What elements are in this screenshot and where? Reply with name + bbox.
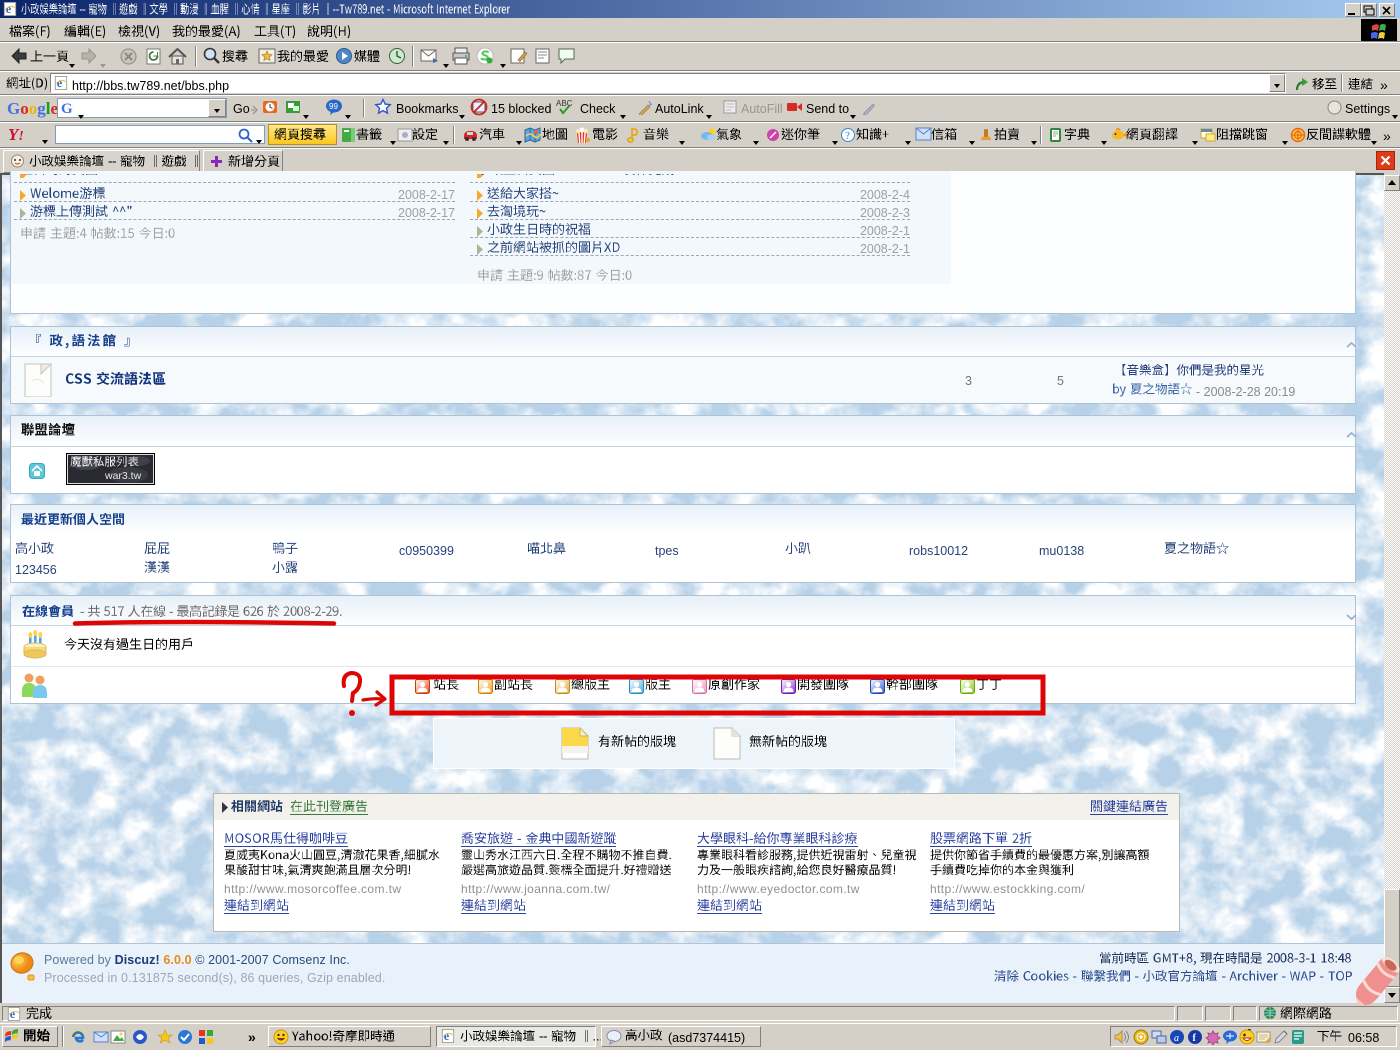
svg-text:99: 99 [329, 102, 338, 111]
svg-text:?: ? [845, 130, 850, 142]
svg-text:ABC: ABC [556, 99, 573, 108]
svg-text:e: e [10, 1007, 16, 1021]
svg-text:e: e [444, 1029, 450, 1043]
svg-text:e: e [6, 2, 12, 16]
svg-text:G: G [61, 101, 73, 116]
svg-text:a: a [1174, 1033, 1179, 1044]
svg-text:e: e [57, 76, 63, 90]
